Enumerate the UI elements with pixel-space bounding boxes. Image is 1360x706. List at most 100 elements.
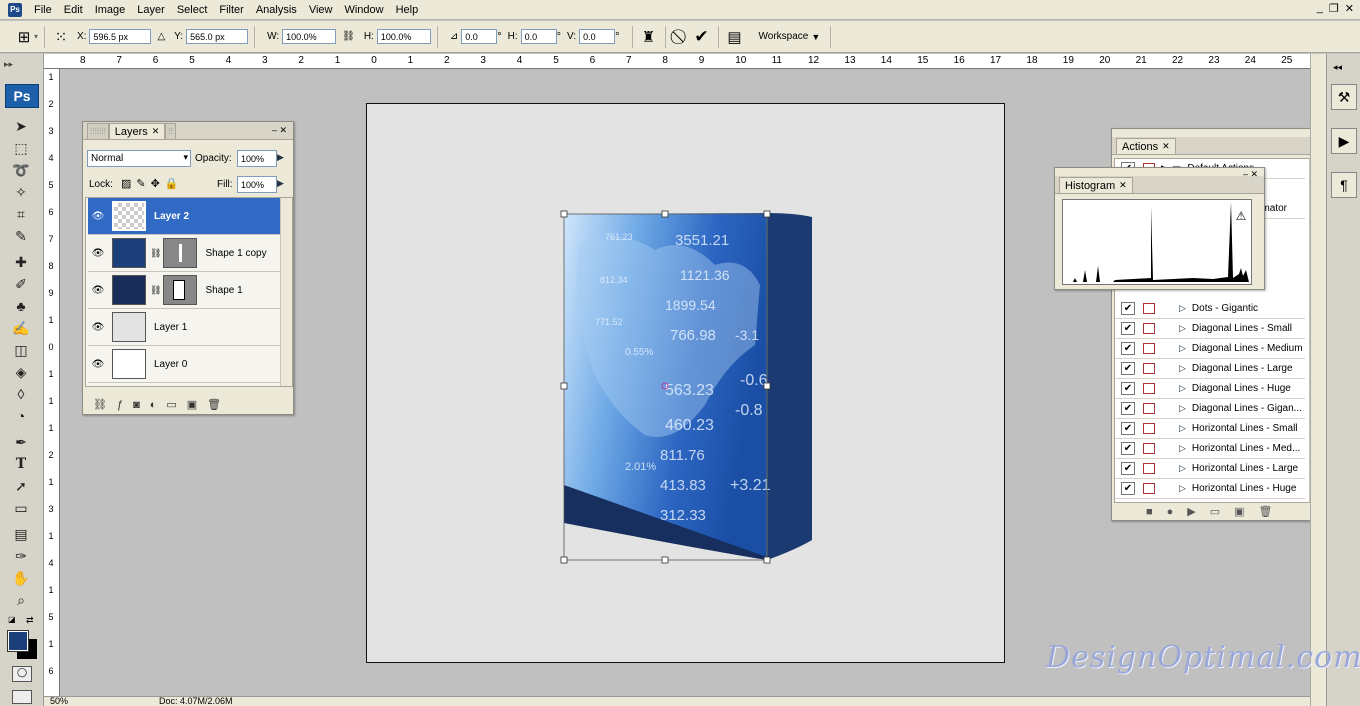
brush-tool-icon[interactable]: ✐ <box>10 274 32 294</box>
tool-presets-icon[interactable]: ⚒ <box>1331 84 1357 110</box>
tab-histogram[interactable]: Histogram ✕ <box>1059 177 1133 193</box>
action-row[interactable]: ✔ ▷ Horizontal Lines - Huge <box>1115 479 1305 499</box>
menu-view[interactable]: View <box>303 0 339 20</box>
dialog-toggle-icon[interactable] <box>1143 343 1155 354</box>
minimize-button[interactable]: _ <box>1317 2 1323 15</box>
eyedropper-2-icon[interactable]: ✑ <box>10 546 32 566</box>
menu-window[interactable]: Window <box>338 0 389 20</box>
warning-icon[interactable]: ⚠ <box>1236 209 1247 223</box>
hskew-input[interactable] <box>520 29 557 44</box>
action-row[interactable]: ✔ ▷ Diagonal Lines - Huge <box>1115 379 1305 399</box>
actions-footer-icons[interactable]: ■●▶▭▣🗑 <box>1146 505 1287 518</box>
action-checkbox[interactable]: ✔ <box>1121 462 1135 475</box>
expand-triangle-icon[interactable]: ▷ <box>1179 303 1186 314</box>
action-checkbox[interactable]: ✔ <box>1121 382 1135 395</box>
notes-tool-icon[interactable]: ▤ <box>10 524 32 544</box>
action-row[interactable]: ✔ ▷ Diagonal Lines - Small <box>1115 319 1305 339</box>
zoom-tool-icon[interactable]: ⌕ <box>10 590 32 610</box>
restore-button[interactable]: ❐ <box>1329 2 1339 15</box>
expand-triangle-icon[interactable]: ▷ <box>1179 323 1186 334</box>
expand-triangle-icon[interactable]: ▷ <box>1179 383 1186 394</box>
dialog-toggle-icon[interactable] <box>1143 363 1155 374</box>
layer-row[interactable]: 👁 ⛓ Shape 1 copy <box>88 235 280 272</box>
action-checkbox[interactable]: ✔ <box>1121 422 1135 435</box>
lasso-tool-icon[interactable]: ➰ <box>10 160 32 180</box>
menu-select[interactable]: Select <box>171 0 214 20</box>
action-checkbox[interactable]: ✔ <box>1121 302 1135 315</box>
menu-filter[interactable]: Filter <box>213 0 249 20</box>
eraser-tool-icon[interactable]: ◫ <box>10 340 32 360</box>
dialog-toggle-icon[interactable] <box>1143 383 1155 394</box>
expand-triangle-icon[interactable]: ▷ <box>1179 463 1186 474</box>
cancel-transform-icon[interactable]: ⃠ <box>672 27 692 47</box>
opacity-arrow-icon[interactable]: ▶ <box>277 152 284 163</box>
dialog-toggle-icon[interactable] <box>1143 323 1155 334</box>
panel-minimize-icon[interactable]: – ✕ <box>1243 169 1258 180</box>
width-input[interactable] <box>282 29 337 44</box>
fill-arrow-icon[interactable]: ▶ <box>277 178 284 189</box>
close-icon[interactable]: ✕ <box>1119 180 1127 191</box>
tab-actions[interactable]: Actions ✕ <box>1116 138 1176 154</box>
marquee-tool-icon[interactable]: ⬚ <box>10 138 32 158</box>
action-row[interactable]: ✔ ▷ Diagonal Lines - Medium <box>1115 339 1305 359</box>
dialog-toggle-icon[interactable] <box>1143 463 1155 474</box>
blur-tool-icon[interactable]: ◊ <box>10 384 32 404</box>
action-row[interactable]: ✔ ▷ Horizontal Lines - Small <box>1115 419 1305 439</box>
close-icon[interactable]: ✕ <box>1162 141 1170 152</box>
healing-brush-icon[interactable]: ✚ <box>10 252 32 272</box>
panel-minimize-icon[interactable]: – ✕ <box>272 125 287 136</box>
dialog-toggle-icon[interactable] <box>1143 403 1155 414</box>
menu-help[interactable]: Help <box>390 0 425 20</box>
layer-row[interactable]: 👁 Layer 2 <box>88 198 280 235</box>
y-input[interactable] <box>186 29 249 44</box>
expand-triangle-icon[interactable]: ▷ <box>1179 363 1186 374</box>
paragraph-icon[interactable]: ¶ <box>1331 172 1357 198</box>
path-select-icon[interactable]: ➚ <box>10 476 32 496</box>
foreground-color-swatch[interactable] <box>7 630 29 652</box>
action-checkbox[interactable]: ✔ <box>1121 402 1135 415</box>
type-tool-icon[interactable]: T <box>10 454 32 474</box>
expand-triangle-icon[interactable]: ▷ <box>1179 423 1186 434</box>
collapsed-tabs-icon[interactable]: ⫶⫶⫶⫶⫶⫶⫶ <box>87 123 109 139</box>
fill-input[interactable] <box>237 176 277 193</box>
hand-tool-icon[interactable]: ✋ <box>10 568 32 588</box>
height-input[interactable] <box>376 29 431 44</box>
menu-edit[interactable]: Edit <box>58 0 89 20</box>
quick-mask-icon[interactable]: ◯ <box>12 666 32 682</box>
screen-mode-icon[interactable] <box>12 690 32 704</box>
artwork[interactable]: 761.23 3551.21 1121.36 812.34 1899.54 771.52 7… <box>555 205 825 570</box>
layers-scrollbar[interactable] <box>280 198 292 386</box>
collapse-icon[interactable]: ▸▸ <box>4 59 13 70</box>
expand-triangle-icon[interactable]: ▷ <box>1179 403 1186 414</box>
close-icon[interactable]: ✕ <box>152 126 160 137</box>
clone-stamp-icon[interactable]: ♣ <box>10 296 32 316</box>
eye-icon[interactable]: 👁 <box>88 359 108 370</box>
caret-down-icon[interactable]: ▼ <box>811 32 820 42</box>
layers-footer-icons[interactable]: ⛓ƒ◙◐▭▣🗑 <box>93 398 231 411</box>
x-input[interactable] <box>89 29 152 44</box>
commit-transform-icon[interactable]: ✔ <box>692 27 712 47</box>
menu-file[interactable]: File <box>28 0 58 20</box>
eye-icon[interactable]: 👁 <box>88 285 108 296</box>
link-icon[interactable]: ⛓ <box>342 31 355 42</box>
bridge-icon[interactable]: ▤ <box>725 27 745 47</box>
eye-icon[interactable]: 👁 <box>88 322 108 333</box>
menu-analysis[interactable]: Analysis <box>250 0 303 20</box>
action-checkbox[interactable]: ✔ <box>1121 442 1135 455</box>
canvas-scrollbar[interactable] <box>1310 54 1326 706</box>
action-checkbox[interactable]: ✔ <box>1121 362 1135 375</box>
shape-tool-icon[interactable]: ▭ <box>10 498 32 518</box>
chevron-down-icon[interactable]: ▾ <box>183 152 188 163</box>
delta-icon[interactable]: △ <box>157 31 165 42</box>
eye-icon[interactable]: 👁 <box>88 248 108 259</box>
action-row[interactable]: ✔ ▷ Horizontal Lines - Large <box>1115 459 1305 479</box>
dock-expand-icon[interactable]: ◂◂ <box>1333 62 1342 73</box>
action-row[interactable]: ✔ ▷ Diagonal Lines - Large <box>1115 359 1305 379</box>
dialog-toggle-icon[interactable] <box>1143 483 1155 494</box>
crop-tool-icon[interactable]: ⌗ <box>10 204 32 224</box>
dialog-toggle-icon[interactable] <box>1143 443 1155 454</box>
close-button[interactable]: ✕ <box>1345 2 1354 15</box>
vskew-input[interactable] <box>579 29 616 44</box>
move-tool-icon[interactable]: ➤ <box>10 116 32 136</box>
paint-bucket-icon[interactable]: ◈ <box>10 362 32 382</box>
